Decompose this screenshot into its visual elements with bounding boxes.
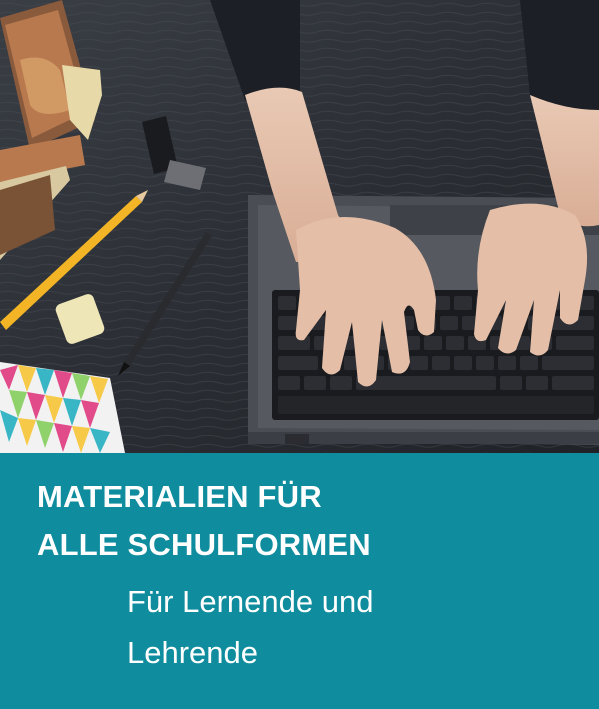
subline-line-2: Lehrende	[127, 635, 259, 670]
subline: Für Lernende und Lehrende	[127, 576, 373, 678]
headline-line-2: ALLE SCHULFORMEN	[37, 527, 371, 562]
headline: MATERIALIEN FÜR ALLE SCHULFORMEN	[37, 473, 371, 569]
subline-line-1: Für Lernende und	[127, 584, 374, 619]
photo-laptop-desk	[0, 0, 599, 453]
headline-line-1: MATERIALIEN FÜR	[37, 479, 322, 514]
teal-banner: MATERIALIEN FÜR ALLE SCHULFORMEN Für Ler…	[0, 453, 599, 709]
material-card: MATERIALIEN FÜR ALLE SCHULFORMEN Für Ler…	[0, 0, 599, 709]
